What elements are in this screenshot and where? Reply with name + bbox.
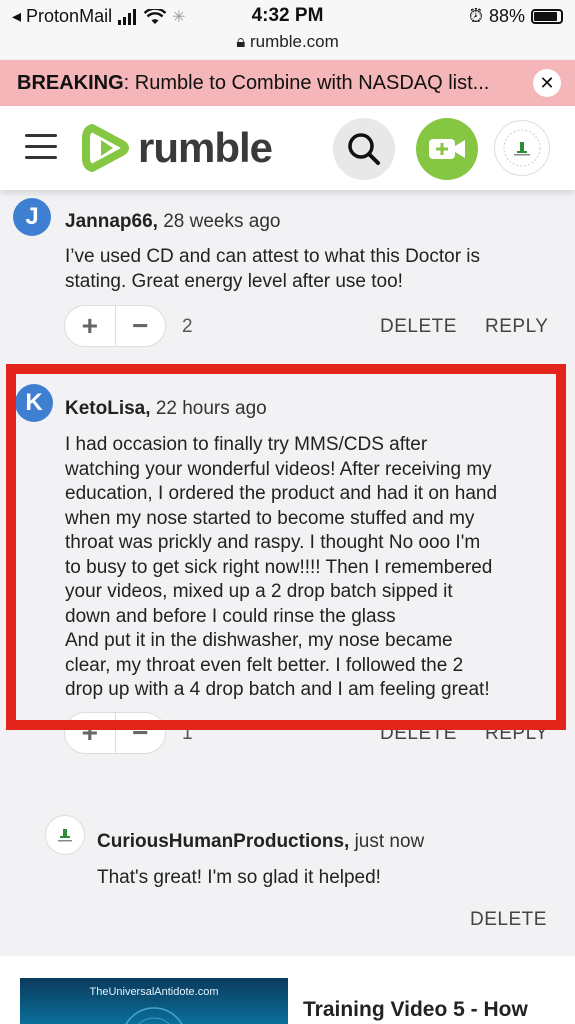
search-button[interactable] — [333, 118, 395, 180]
status-bar: ◂ ProtonMail ✳ 4:32 PM 🔒︎ rumble.com ⏰︎ … — [0, 0, 575, 58]
comment-time: just now — [354, 831, 425, 852]
profile-badge-icon — [58, 829, 72, 842]
lock-icon: 🔒︎ — [236, 32, 246, 51]
avatar[interactable]: J — [13, 198, 51, 236]
delete-button[interactable]: DELETE — [470, 909, 547, 931]
profile-avatar[interactable] — [494, 120, 550, 176]
comment-author[interactable]: CuriousHumanProductions, — [97, 831, 349, 852]
comment-author[interactable]: Jannap66, — [65, 211, 158, 232]
video-thumbnail[interactable]: TheUniversalAntidote.com — [20, 978, 288, 1024]
reply-button[interactable]: REPLY — [485, 316, 548, 338]
video-plus-icon — [429, 139, 465, 159]
comment-time: 28 weeks ago — [163, 211, 281, 232]
url-bar[interactable]: 🔒︎ rumble.com — [0, 32, 575, 52]
status-right: ⏰︎ 88% — [469, 6, 563, 27]
upvote-button[interactable]: + — [65, 306, 116, 346]
rumble-logo[interactable]: rumble — [82, 122, 273, 174]
video-title[interactable]: Training Video 5 - How — [303, 998, 528, 1022]
downvote-button[interactable]: − — [116, 306, 166, 346]
vote-control: + − — [64, 305, 166, 347]
alarm-icon: ⏰︎ — [468, 6, 483, 26]
url-text: rumble.com — [249, 32, 339, 51]
reply-avatar[interactable] — [45, 815, 85, 855]
site-header: rumble — [0, 106, 575, 190]
hamburger-icon[interactable] — [25, 134, 57, 160]
comment-meta: CuriousHumanProductions, just now — [97, 831, 424, 853]
battery-percent: 88% — [488, 6, 525, 26]
thumbnail-graphic — [125, 1007, 183, 1024]
comment-text: I’ve used CD and can attest to what this… — [65, 246, 481, 292]
related-video-card[interactable]: TheUniversalAntidote.com Training Video … — [0, 956, 575, 1024]
profile-badge-icon — [503, 129, 541, 167]
vote-count: 2 — [182, 316, 193, 337]
delete-button[interactable]: DELETE — [380, 316, 457, 338]
battery-level — [534, 12, 557, 21]
breaking-banner[interactable]: BREAKING : Rumble to Combine with NASDAQ… — [0, 60, 575, 106]
comment-meta: Jannap66, 28 weeks ago — [65, 211, 280, 233]
rumble-play-icon — [82, 124, 129, 172]
breaking-text: : Rumble to Combine with NASDAQ list... — [123, 71, 490, 94]
close-banner-button[interactable]: ✕ — [533, 69, 561, 97]
logo-text: rumble — [138, 124, 273, 171]
highlight-box — [6, 364, 566, 730]
close-icon: ✕ — [539, 72, 555, 93]
breaking-label: BREAKING — [17, 71, 124, 94]
upload-video-button[interactable] — [416, 118, 478, 180]
search-icon — [348, 133, 380, 165]
comment-text: That's great! I'm so glad it helped! — [97, 867, 381, 888]
battery-icon — [531, 9, 563, 24]
